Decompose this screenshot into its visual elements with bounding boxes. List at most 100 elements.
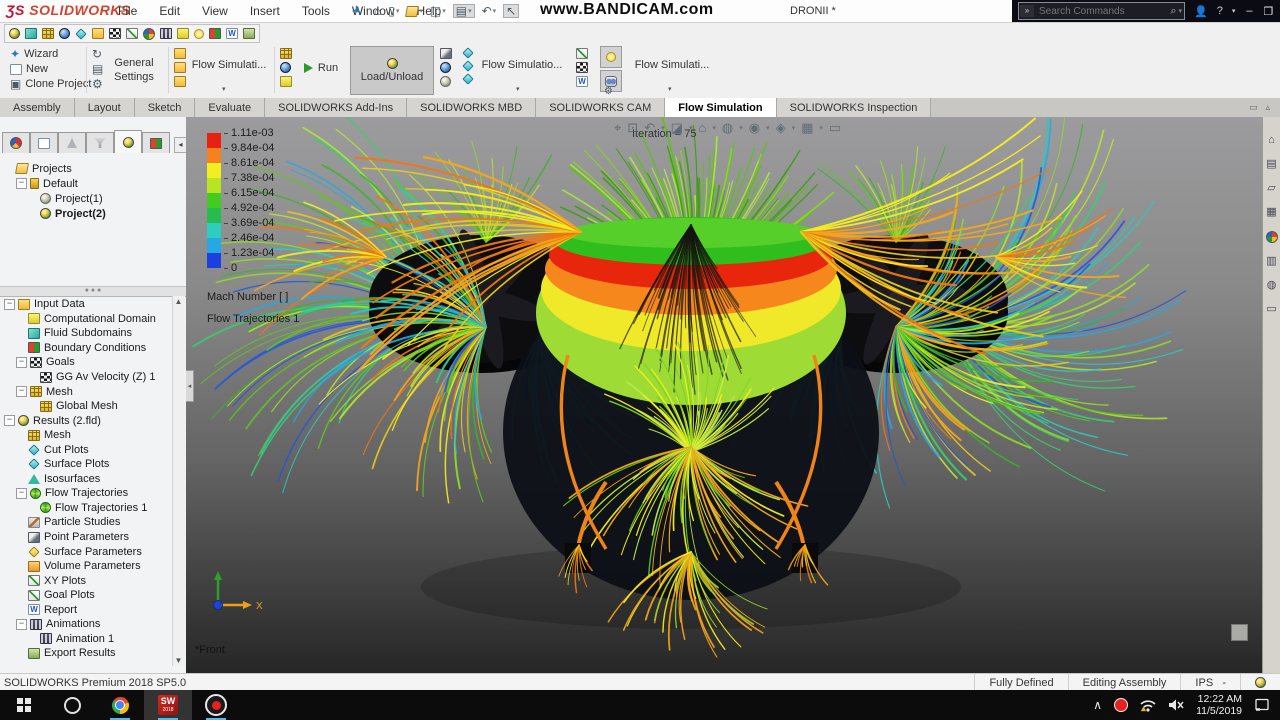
tree-item-computational-domain[interactable]: Computational Domain: [0, 312, 172, 327]
home-button[interactable]: ⌂: [374, 5, 381, 17]
help-dropdown-icon[interactable]: ▾: [1232, 7, 1236, 15]
expander-icon[interactable]: −: [4, 415, 15, 426]
tools-icon[interactable]: ⚙: [92, 78, 103, 90]
tree-item-boundary-conditions[interactable]: Boundary Conditions: [0, 341, 172, 356]
clone-project-button[interactable]: ▣Clone Project: [10, 78, 91, 90]
chrome-taskbar-button[interactable]: [96, 690, 144, 720]
tree-item-xy-plots[interactable]: XY Plots: [0, 573, 172, 588]
section-view-icon[interactable]: ◪: [671, 121, 683, 134]
tree-item-report[interactable]: Report: [0, 602, 172, 617]
edit-appearance-icon[interactable]: ◈: [776, 121, 786, 134]
display-style-icon-dropdown[interactable]: ▾: [739, 124, 743, 132]
panel-splitter[interactable]: ● ● ●: [0, 286, 186, 297]
tree-item-mesh[interactable]: Mesh: [0, 428, 172, 443]
tree-item-surface-parameters[interactable]: Surface Parameters: [0, 544, 172, 559]
assembly-tool-icon-9[interactable]: [143, 28, 155, 40]
expander-icon[interactable]: −: [16, 357, 27, 368]
bandicam-taskbar-button[interactable]: [192, 690, 240, 720]
flow-folder-icon-3[interactable]: [174, 76, 186, 87]
display-style-icon[interactable]: ◍: [722, 121, 733, 134]
tree-item-surface-plots[interactable]: Surface Plots: [0, 457, 172, 472]
minimize-button[interactable]: –: [1246, 5, 1252, 17]
file-explorer-icon[interactable]: ▱: [1267, 183, 1275, 194]
menu-file[interactable]: File: [118, 4, 137, 18]
tree-item-particle-studies[interactable]: Particle Studies: [0, 515, 172, 530]
search-commands-input[interactable]: [1037, 5, 1168, 18]
solidworks-taskbar-button[interactable]: SW2018: [144, 690, 192, 720]
user-account-icon[interactable]: 👤: [1194, 5, 1208, 18]
expander-icon[interactable]: −: [16, 386, 27, 397]
surface-plot-icon[interactable]: [462, 60, 473, 71]
solve-icon[interactable]: [280, 62, 291, 73]
property-manager-tab[interactable]: [30, 132, 58, 153]
cut-plot-icon[interactable]: [462, 47, 473, 58]
inspection-tree-tab[interactable]: [142, 132, 170, 153]
tree-item-goal-plots[interactable]: Goal Plots: [0, 588, 172, 603]
scroll-down-icon[interactable]: ▼: [173, 655, 184, 666]
custom-properties-icon[interactable]: ▥: [1266, 256, 1276, 267]
scroll-up-icon[interactable]: ▲: [173, 296, 184, 307]
search-icon[interactable]: ⌕: [1170, 5, 1176, 18]
flow-group1-dropdown-icon[interactable]: ▾: [222, 85, 226, 93]
wifi-icon[interactable]: [1140, 698, 1156, 712]
tree-item-fluid-subdomains[interactable]: Fluid Subdomains: [0, 326, 172, 341]
tree-item-results-2-fld-[interactable]: −Results (2.fld): [0, 413, 172, 428]
flow-folder-icon-2[interactable]: [174, 62, 186, 73]
graphics-viewport[interactable]: Mach Number [ ] Flow Trajectories 1 1.11…: [186, 117, 1262, 673]
tree-item-export-results[interactable]: Export Results: [0, 646, 172, 661]
assembly-tool-icon-7[interactable]: [109, 28, 121, 39]
tree-scrollbar[interactable]: ▲ ▼: [172, 296, 185, 666]
isosurface-icon[interactable]: [462, 73, 473, 84]
tree-item-animations[interactable]: −Animations: [0, 617, 172, 632]
expander-icon[interactable]: −: [16, 619, 27, 630]
new-document-button[interactable]: ▯▾: [388, 5, 399, 17]
tree-item-point-parameters[interactable]: Point Parameters: [0, 530, 172, 545]
ribbon-options-icon[interactable]: ▭: [1249, 102, 1258, 113]
appearances-icon[interactable]: [1266, 231, 1278, 243]
expander-icon[interactable]: −: [4, 299, 15, 310]
point-probe-icon[interactable]: [440, 48, 452, 59]
section-view-icon-dropdown[interactable]: ▾: [689, 124, 693, 132]
open-button[interactable]: ▾: [406, 6, 423, 17]
assembly-tool-icon-2[interactable]: [25, 28, 37, 39]
view-orientation-icon-dropdown[interactable]: ▾: [712, 124, 716, 132]
tree-item-global-mesh[interactable]: Global Mesh: [0, 399, 172, 414]
assembly-tool-icon-13[interactable]: [209, 28, 221, 39]
tree-item-flow-trajectories-1[interactable]: Flow Trajectories 1: [0, 501, 172, 516]
bandicam-tray-icon[interactable]: [1114, 698, 1128, 712]
undo-button[interactable]: ↶▾: [482, 5, 497, 17]
rebuild-icon[interactable]: ↻: [92, 48, 103, 60]
menu-tools[interactable]: Tools: [302, 4, 330, 18]
goal-plot-icon[interactable]: [576, 62, 588, 73]
lighting-toggle-button[interactable]: [600, 46, 622, 68]
new-project-button[interactable]: New: [10, 63, 91, 75]
home-icon[interactable]: ⌂: [1268, 135, 1275, 146]
menu-insert[interactable]: Insert: [250, 4, 280, 18]
forum-icon[interactable]: ◍: [1267, 280, 1277, 291]
flow-simulation-group3-button[interactable]: Flow Simulati...: [630, 49, 714, 81]
tree-item-mesh[interactable]: −Mesh: [0, 384, 172, 399]
view-palette-icon[interactable]: ▦: [1266, 207, 1276, 218]
search-commands-box[interactable]: » ⌕ ▾: [1018, 2, 1185, 20]
taskbar-clock[interactable]: 12:22 AM 11/5/2019: [1196, 693, 1242, 717]
configuration-manager-tab[interactable]: [58, 132, 86, 153]
save-button[interactable]: ◫▾: [430, 5, 446, 17]
flow-group3-dropdown-icon[interactable]: ▾: [668, 85, 672, 93]
expander-icon[interactable]: −: [16, 178, 27, 189]
view-orientation-icon[interactable]: ⌂: [698, 121, 706, 134]
action-center-icon[interactable]: [1254, 698, 1270, 712]
tab-sketch[interactable]: Sketch: [135, 98, 196, 117]
tab-solidworks-inspection[interactable]: SOLIDWORKS Inspection: [777, 98, 932, 117]
zoom-area-icon[interactable]: ⊡: [627, 121, 638, 134]
flow-simulation-group2-button[interactable]: Flow Simulatio...: [480, 49, 564, 81]
assembly-tool-icon-4[interactable]: [59, 28, 70, 39]
assembly-tool-icon-8[interactable]: [126, 28, 138, 39]
expander-icon[interactable]: −: [16, 488, 27, 499]
mesh-icon[interactable]: [280, 48, 292, 59]
comments-icon[interactable]: ▭: [1266, 304, 1276, 315]
hide-show-items-icon[interactable]: ◉: [749, 121, 760, 134]
flow-folder-icon-1[interactable]: [174, 48, 186, 59]
viewport-resize-grip[interactable]: [1231, 624, 1248, 641]
cortana-button[interactable]: [48, 690, 96, 720]
volume-muted-icon[interactable]: [1168, 698, 1184, 712]
